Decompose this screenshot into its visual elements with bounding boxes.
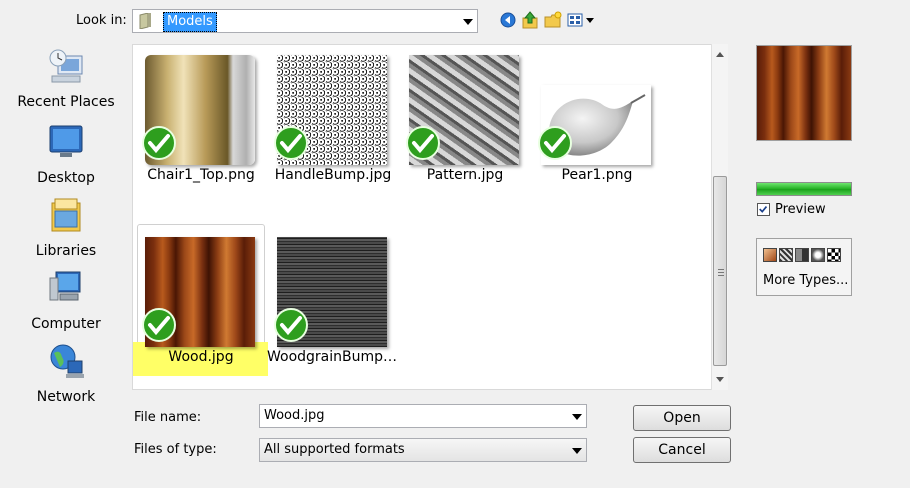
image-type-icon bbox=[763, 248, 777, 262]
place-computer[interactable]: Computer bbox=[16, 270, 116, 332]
checkmark-icon bbox=[538, 126, 572, 160]
preview-image bbox=[756, 45, 852, 141]
open-button[interactable]: Open bbox=[633, 405, 731, 431]
place-libraries[interactable]: Libraries bbox=[16, 197, 116, 259]
libraries-icon bbox=[51, 198, 81, 232]
preview-label: Preview bbox=[775, 202, 826, 217]
checkmark-icon bbox=[274, 126, 308, 160]
more-types-label: More Types... bbox=[763, 273, 849, 288]
file-name: Pear1.png bbox=[561, 167, 633, 183]
place-recent-places[interactable]: Recent Places bbox=[16, 48, 116, 110]
file-name-field[interactable]: Wood.jpg bbox=[259, 404, 587, 428]
computer-icon bbox=[49, 271, 81, 301]
file-name: HandleBump.jpg bbox=[274, 167, 392, 183]
look-in-value: Models bbox=[163, 12, 217, 32]
checkmark-icon bbox=[142, 126, 176, 160]
vertical-scrollbar[interactable] bbox=[711, 44, 728, 390]
files-of-type-label: Files of type: bbox=[134, 442, 217, 457]
place-label: Network bbox=[36, 389, 96, 405]
recent-places-icon bbox=[49, 49, 83, 83]
folder-icon bbox=[139, 13, 151, 29]
file-tile[interactable]: HandleBump.jpg bbox=[267, 45, 399, 193]
look-in-label: Look in: bbox=[76, 13, 127, 28]
look-in-dropdown[interactable]: Models bbox=[132, 9, 478, 33]
more-types-button[interactable]: More Types... bbox=[756, 238, 852, 296]
place-label: Computer bbox=[31, 316, 101, 332]
preview-progress-bar bbox=[756, 182, 852, 196]
files-of-type-value: All supported formats bbox=[264, 442, 405, 457]
file-name: Pattern.jpg bbox=[426, 167, 504, 183]
preview-checkbox[interactable] bbox=[757, 203, 770, 216]
chevron-down-icon[interactable] bbox=[463, 19, 473, 25]
checkmark-icon bbox=[406, 126, 440, 160]
back-icon[interactable] bbox=[498, 10, 518, 30]
checkmark-icon bbox=[759, 205, 768, 213]
file-list[interactable]: Chair1_Top.png HandleBump.jpg Pattern.jp… bbox=[132, 44, 728, 390]
file-name: Wood.jpg bbox=[168, 349, 234, 365]
sphere-type-icon bbox=[811, 248, 825, 262]
file-tile[interactable]: Pear1.png bbox=[531, 45, 663, 193]
grid-type-icon bbox=[795, 248, 809, 262]
bump-type-icon bbox=[779, 248, 793, 262]
network-icon bbox=[50, 344, 84, 378]
chevron-down-icon[interactable] bbox=[572, 448, 582, 454]
cancel-button[interactable]: Cancel bbox=[633, 437, 731, 463]
file-tile-selected[interactable]: Wood.jpg bbox=[133, 224, 268, 376]
file-name-label: File name: bbox=[134, 410, 202, 425]
place-label: Desktop bbox=[37, 170, 95, 186]
view-menu-icon[interactable] bbox=[566, 10, 596, 30]
file-tile[interactable]: Chair1_Top.png bbox=[135, 45, 267, 193]
files-of-type-dropdown[interactable]: All supported formats bbox=[259, 438, 587, 462]
scrollbar-thumb[interactable] bbox=[713, 176, 727, 366]
checker-type-icon bbox=[827, 248, 841, 262]
up-folder-icon[interactable] bbox=[520, 10, 540, 30]
new-folder-icon[interactable] bbox=[543, 10, 563, 30]
scroll-up-icon[interactable] bbox=[716, 52, 724, 57]
place-network[interactable]: Network bbox=[16, 343, 116, 405]
place-label: Recent Places bbox=[17, 94, 115, 110]
chevron-down-icon[interactable] bbox=[572, 414, 582, 420]
file-name: WoodgrainBump.jpg bbox=[267, 349, 399, 365]
place-label: Libraries bbox=[35, 243, 97, 259]
place-desktop[interactable]: Desktop bbox=[16, 124, 116, 186]
checkmark-icon bbox=[142, 308, 176, 342]
grip-icon bbox=[718, 269, 724, 270]
scroll-down-icon[interactable] bbox=[716, 377, 724, 382]
file-name-value: Wood.jpg bbox=[264, 408, 325, 423]
file-tile[interactable]: WoodgrainBump.jpg bbox=[267, 227, 399, 375]
checkmark-icon bbox=[274, 308, 308, 342]
file-tile[interactable]: Pattern.jpg bbox=[399, 45, 531, 193]
desktop-icon bbox=[49, 125, 83, 157]
file-name: Chair1_Top.png bbox=[147, 167, 255, 183]
